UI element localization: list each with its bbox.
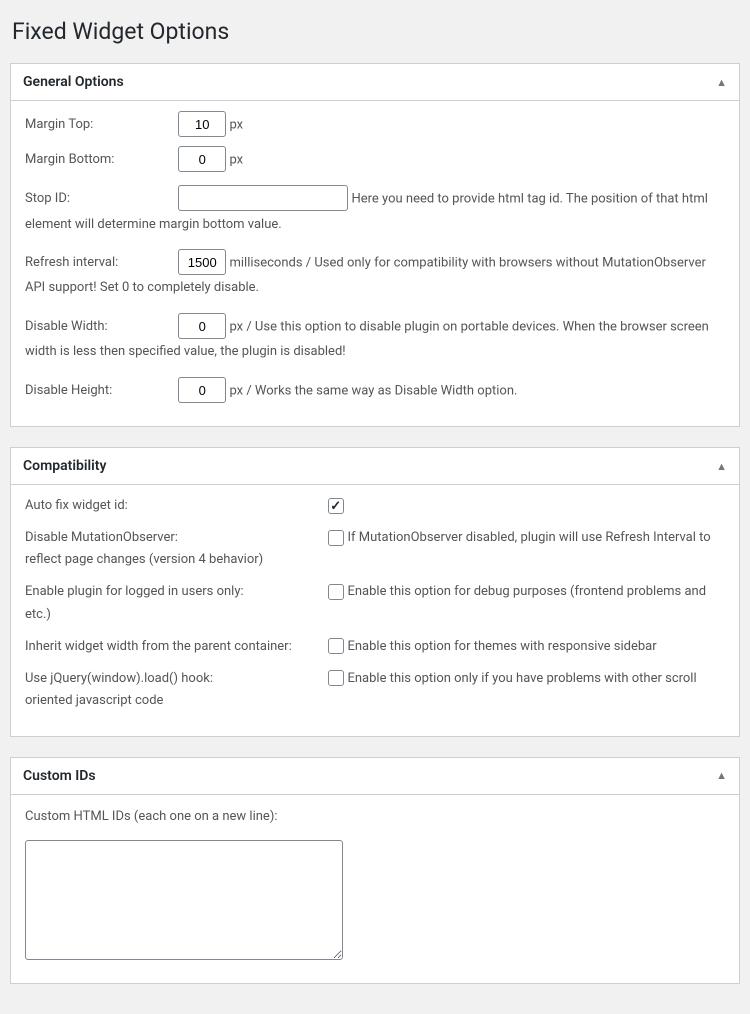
disable-height-input[interactable] xyxy=(178,377,226,403)
margin-bottom-label: Margin Bottom: xyxy=(25,148,175,173)
stop-id-label: Stop ID: xyxy=(25,187,175,212)
compatibility-header[interactable]: Compatibility ▲ xyxy=(11,448,739,485)
auto-fix-label: Auto fix widget id: xyxy=(25,495,325,517)
custom-ids-textarea[interactable] xyxy=(25,840,343,960)
auto-fix-checkbox[interactable] xyxy=(328,498,344,514)
page-title: Fixed Widget Options xyxy=(12,18,740,45)
inherit-width-desc: Enable this option for themes with respo… xyxy=(347,639,656,654)
logged-in-checkbox[interactable] xyxy=(328,584,344,600)
collapse-icon[interactable]: ▲ xyxy=(716,769,727,782)
collapse-icon[interactable]: ▲ xyxy=(716,460,727,473)
compatibility-panel: Compatibility ▲ Auto fix widget id: Disa… xyxy=(10,447,740,737)
disable-width-label: Disable Width: xyxy=(25,315,175,340)
margin-top-unit: px xyxy=(229,118,243,133)
disable-height-desc: px / Works the same way as Disable Width… xyxy=(229,384,517,399)
custom-ids-label: Custom HTML IDs (each one on a new line)… xyxy=(25,805,725,830)
disable-mo-checkbox[interactable] xyxy=(328,530,344,546)
margin-bottom-input[interactable] xyxy=(178,146,226,172)
general-options-title: General Options xyxy=(23,64,124,100)
refresh-interval-input[interactable] xyxy=(178,249,226,275)
collapse-icon[interactable]: ▲ xyxy=(716,76,727,89)
custom-ids-title: Custom IDs xyxy=(23,758,96,794)
disable-height-label: Disable Height: xyxy=(25,379,175,404)
disable-mo-label: Disable MutationObserver: xyxy=(25,527,325,549)
general-options-panel: General Options ▲ Margin Top: px Margin … xyxy=(10,63,740,427)
inherit-width-checkbox[interactable] xyxy=(328,638,344,654)
compatibility-title: Compatibility xyxy=(23,448,106,484)
general-options-header[interactable]: General Options ▲ xyxy=(11,64,739,101)
stop-id-input[interactable] xyxy=(178,185,348,211)
disable-width-input[interactable] xyxy=(178,313,226,339)
logged-in-label: Enable plugin for logged in users only: xyxy=(25,581,325,603)
margin-top-input[interactable] xyxy=(178,111,226,137)
custom-ids-panel: Custom IDs ▲ Custom HTML IDs (each one o… xyxy=(10,757,740,984)
custom-ids-header[interactable]: Custom IDs ▲ xyxy=(11,758,739,795)
jquery-hook-label: Use jQuery(window).load() hook: xyxy=(25,668,325,690)
margin-bottom-unit: px xyxy=(229,153,243,168)
margin-top-label: Margin Top: xyxy=(25,113,175,138)
inherit-width-label: Inherit widget width from the parent con… xyxy=(25,636,325,658)
jquery-hook-checkbox[interactable] xyxy=(328,670,344,686)
refresh-interval-label: Refresh interval: xyxy=(25,251,175,276)
